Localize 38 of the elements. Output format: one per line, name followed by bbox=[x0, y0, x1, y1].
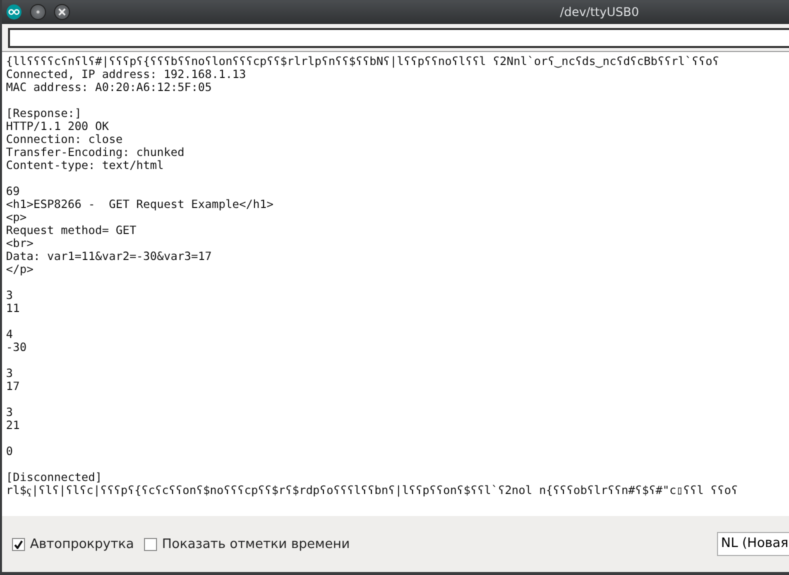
output-line: Transfer-Encoding: chunked bbox=[6, 146, 186, 159]
output-line: 17 bbox=[6, 380, 21, 393]
checkbox-label: Показать отметки времени bbox=[162, 536, 350, 552]
output-line: Request method= GET bbox=[6, 224, 138, 237]
output-line: 21 bbox=[6, 419, 21, 432]
output-line: 3 bbox=[6, 406, 14, 419]
output-line: 69 bbox=[6, 185, 21, 198]
output-line: Data: var1=11&var2=-30&var3=17 bbox=[6, 250, 213, 263]
output-line: {llʕʕʕʕcʕnʕlʕ#|ʕʕʕpʕ{ʕʕʕbʕʕnoʕlonʕʕʕcpʕʕ$rlrlpʕnʕʕ$ʕʕbNʕ|lʕʕpʕʕnoʕlʕʕl ʕ2Nnl`orʕ‿ncʕds‿ncʕdʕcBbʕʕrl`ʕʕoʕ bbox=[6, 55, 720, 68]
output-line: Connection: close bbox=[6, 133, 124, 146]
output-line: 0 bbox=[6, 445, 14, 458]
close-icon bbox=[58, 8, 66, 16]
output-line: </p> bbox=[6, 263, 34, 276]
close-button[interactable] bbox=[54, 4, 70, 20]
checkbox-label: Автопрокрутка bbox=[30, 536, 134, 552]
output-line: [Response:] bbox=[6, 107, 82, 120]
output-line: 3 bbox=[6, 367, 14, 380]
minimize-button[interactable] bbox=[30, 4, 46, 20]
output-line: 4 bbox=[6, 328, 14, 341]
output-line: Connected, IP address: 192.168.1.13 bbox=[6, 68, 246, 81]
output-line: 11 bbox=[6, 302, 21, 315]
dot-icon bbox=[35, 9, 41, 15]
output-line: MAC address: A0:20:A6:12:5F:05 bbox=[6, 81, 213, 94]
checkbox[interactable] bbox=[12, 538, 25, 550]
output-line: <h1>ESP8266 - GET Request Example</h1> bbox=[6, 198, 274, 211]
line-ending-dropdown[interactable]: NL (Новая bbox=[717, 532, 789, 556]
output-line: rl$ҁ|ʕlʕ|ʕlʕc|ʕʕʕpʕ{ʕcʕcʕʕonʕ$noʕʕʕcpʕʕ$rʕ$rdpʕoʕʕʕlʕʕbnʕ|lʕʕpʕʕonʕ$ʕʕl`ʕ2nol n{ʕʕʕobʕlrʕʕn#ʕ$ʕ#"c▯ʕʕl ʕʕoʕ bbox=[6, 484, 739, 497]
app-logo-icon bbox=[6, 4, 22, 20]
checkbox[interactable] bbox=[144, 538, 157, 550]
output-line: HTTP/1.1 200 OK bbox=[6, 120, 110, 133]
output-line: <p> bbox=[6, 211, 28, 224]
output-line: <br> bbox=[6, 237, 34, 250]
window-title: /dev/ttyUSB0 bbox=[560, 5, 639, 19]
output-line: [Disconnected] bbox=[6, 471, 104, 484]
input-field[interactable] bbox=[8, 28, 789, 48]
output-line: 3 bbox=[6, 289, 14, 302]
output-line: -30 bbox=[6, 341, 28, 354]
output-line: Content-type: text/html bbox=[6, 159, 165, 172]
